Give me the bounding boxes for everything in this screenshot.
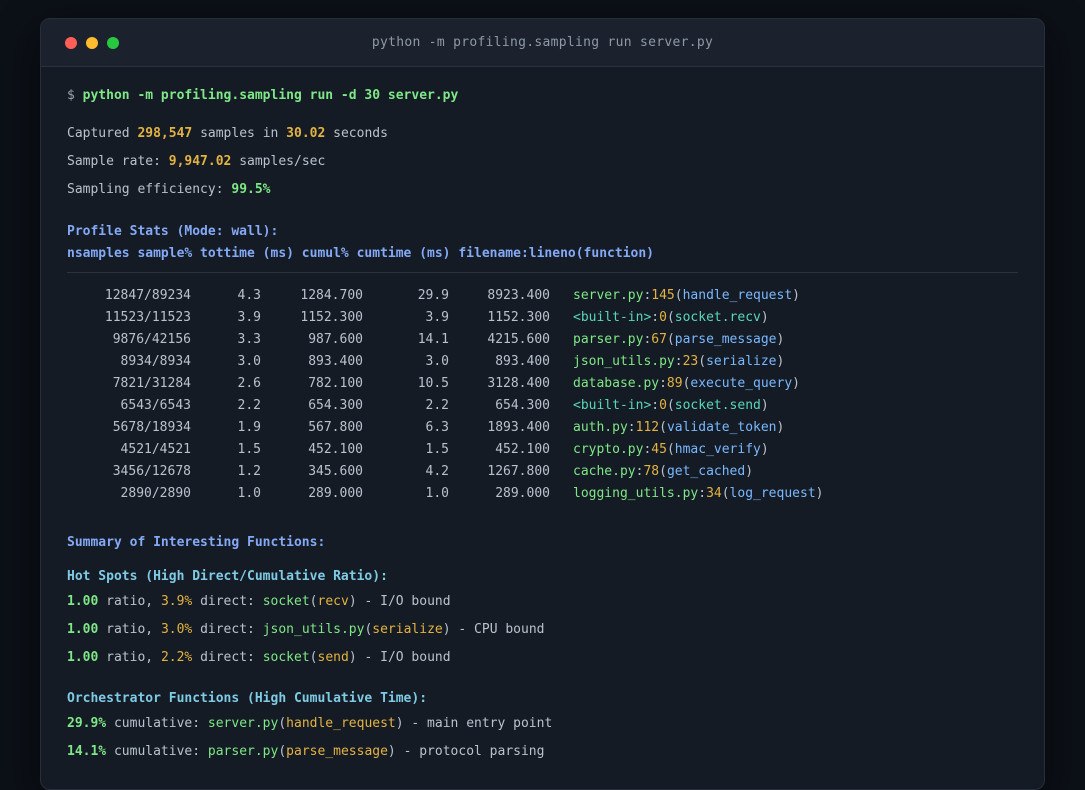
row-location: crypto.py:45(hmac_verify) <box>573 442 769 457</box>
orchestrator-line: 14.1% cumulative: parser.py(parse_messag… <box>67 744 545 759</box>
table-divider <box>67 272 1018 273</box>
row-location: cache.py:78(get_cached) <box>573 464 754 479</box>
efficiency-line: Sampling efficiency: 99.5% <box>67 182 271 197</box>
maximize-button[interactable] <box>107 36 119 49</box>
stats-row: 12847/89234 4.3 1284.700 29.9 8923.400 server… <box>67 285 1018 307</box>
stats-row: 5678/18934 1.9 567.800 6.3 1893.400 auth.py:1… <box>67 417 1018 439</box>
hot-spots-list: 1.00 ratio, 3.9% direct: socket(recv) - … <box>67 591 1018 669</box>
stats-row: 6543/6543 2.2 654.300 2.2 654.300 <built-in>:… <box>67 395 1018 417</box>
close-button[interactable] <box>65 36 77 49</box>
sample-rate-line: Sample rate: 9,947.02 samples/sec <box>67 154 326 169</box>
stats-row: 3456/12678 1.2 345.600 4.2 1267.800 cache.py:… <box>67 461 1018 483</box>
hot-spot-line: 1.00 ratio, 3.0% direct: json_utils.py(s… <box>67 622 545 637</box>
orchestrator-heading: Orchestrator Functions (High Cumulative … <box>67 691 428 706</box>
row-location: <built-in>:0(socket.send) <box>573 398 769 413</box>
stats-row: 8934/8934 3.0 893.400 3.0 893.400 json_utils.… <box>67 351 1018 373</box>
stats-row: 2890/2890 1.0 289.000 1.0 289.000 logging_uti… <box>67 483 1018 505</box>
stats-row: 7821/31284 2.6 782.100 10.5 3128.400 database… <box>67 373 1018 395</box>
row-location: server.py:145(handle_request) <box>573 288 800 303</box>
stats-columns-header: nsamples sample% tottime (ms) cumul% cum… <box>67 246 654 261</box>
window-controls <box>65 19 119 66</box>
row-location: database.py:89(execute_query) <box>573 376 800 391</box>
row-location: <built-in>:0(socket.recv) <box>573 310 769 325</box>
minimize-button[interactable] <box>86 36 98 49</box>
window-title: python -m profiling.sampling run server.… <box>371 35 714 50</box>
terminal-window: python -m profiling.sampling run server.… <box>40 18 1045 790</box>
row-location: json_utils.py:23(serialize) <box>573 354 785 369</box>
stats-row: 11523/11523 3.9 1152.300 3.9 1152.300 <built-… <box>67 307 1018 329</box>
profile-stats-heading: Profile Stats (Mode: wall): <box>67 224 279 239</box>
hot-spots-heading: Hot Spots (High Direct/Cumulative Ratio)… <box>67 569 388 584</box>
summary-heading: Summary of Interesting Functions: <box>67 535 326 550</box>
hot-spot-line: 1.00 ratio, 2.2% direct: socket(send) - … <box>67 650 451 665</box>
row-location: logging_utils.py:34(log_request) <box>573 486 824 501</box>
orchestrator-line: 29.9% cumulative: server.py(handle_reque… <box>67 716 553 731</box>
row-location: auth.py:112(validate_token) <box>573 420 785 435</box>
hot-spot-line: 1.00 ratio, 3.9% direct: socket(recv) - … <box>67 594 451 609</box>
terminal-output[interactable]: $ python -m profiling.sampling run -d 30… <box>41 67 1044 781</box>
row-location: parser.py:67(parse_message) <box>573 332 785 347</box>
captured-line: Captured 298,547 samples in 30.02 second… <box>67 126 388 141</box>
stats-row: 4521/4521 1.5 452.100 1.5 452.100 crypto.py:4… <box>67 439 1018 461</box>
stats-row: 9876/42156 3.3 987.600 14.1 4215.600 parser.p… <box>67 329 1018 351</box>
stats-table: 12847/89234 4.3 1284.700 29.9 8923.400 server… <box>67 285 1018 505</box>
command-line: $ python -m profiling.sampling run -d 30… <box>67 88 459 103</box>
orchestrator-list: 29.9% cumulative: server.py(handle_reque… <box>67 713 1018 763</box>
titlebar[interactable]: python -m profiling.sampling run server.… <box>41 19 1044 67</box>
